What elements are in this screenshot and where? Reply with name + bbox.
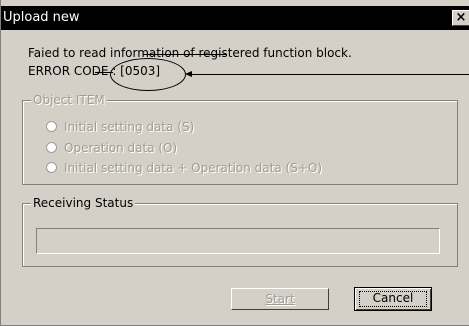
- radio-label: Initial setting data (S): [64, 120, 195, 134]
- cancel-button-label: Cancel: [372, 291, 414, 305]
- annotation-ellipse: [110, 58, 186, 91]
- receiving-status-progress-bar: [36, 228, 440, 254]
- upload-dialog: Upload new × Faied to read information o…: [0, 0, 469, 326]
- start-button-label: Start: [265, 292, 295, 306]
- radio-label: Initial setting data + Operation data (S…: [64, 161, 323, 175]
- object-item-legend: Object ITEM: [31, 93, 107, 107]
- receiving-status-legend: Receiving Status: [31, 196, 136, 210]
- start-button[interactable]: Start: [231, 288, 329, 310]
- radio-button-icon[interactable]: [46, 121, 57, 132]
- error-message: Faied to read information of registered …: [28, 46, 352, 60]
- close-icon: ×: [455, 10, 467, 25]
- window-title: Upload new: [3, 10, 80, 25]
- radio-button-icon[interactable]: [46, 142, 57, 153]
- annotation-arrow-line: [191, 74, 469, 75]
- radio-button-icon[interactable]: [46, 162, 57, 173]
- annotation-strike: [143, 54, 227, 55]
- cancel-button[interactable]: Cancel: [354, 287, 432, 311]
- title-bar[interactable]: Upload new ×: [1, 6, 469, 30]
- close-button[interactable]: ×: [452, 10, 469, 26]
- receiving-status-group: Receiving Status: [22, 196, 458, 267]
- arrow-left-icon: [185, 71, 192, 77]
- radio-label: Operation data (O): [64, 141, 178, 155]
